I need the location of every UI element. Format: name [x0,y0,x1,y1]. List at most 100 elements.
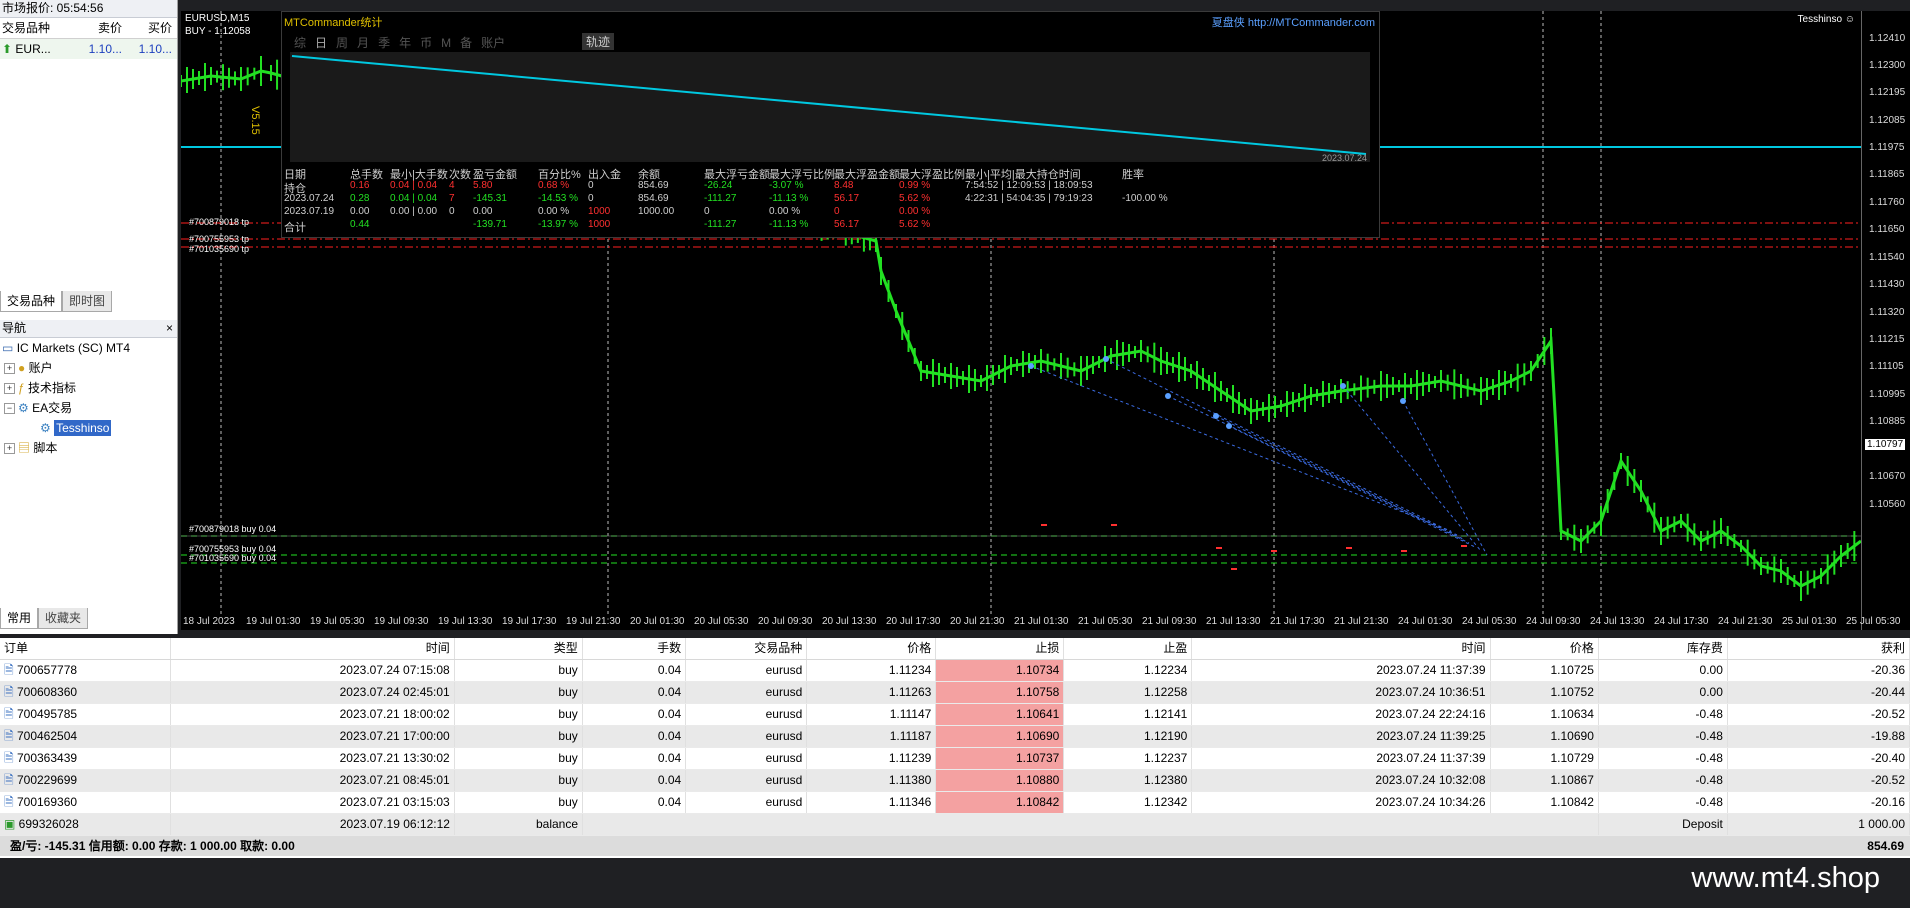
collapse-icon[interactable]: − [4,403,15,415]
table-cell: 1.12190 [1064,726,1193,747]
expand-icon[interactable]: + [4,363,15,375]
trade-entry-marker [1400,398,1406,404]
column-header[interactable]: 时间 [171,638,455,659]
stats-cell: 2023.07.24 [284,193,335,204]
stats-tab[interactable]: M [441,36,451,50]
stats-tab[interactable]: 币 [420,34,432,51]
nav-ea[interactable]: − ⚙ EA交易 [0,398,130,418]
navigator-tree: ▭ IC Markets (SC) MT4 + ● 账户 + ƒ 技术指标 − ⚙ E… [0,338,130,458]
column-header[interactable]: 手数 [583,638,687,659]
order-icon: 🗎 [4,729,17,743]
trade-arrow-line [1342,385,1482,552]
expand-icon[interactable]: + [4,443,15,455]
table-row[interactable]: 🗎 700657778 2023.07.24 07:15:08 buy 0.04 eur… [0,660,1910,682]
table-cell: 1.11234 [807,660,937,681]
table-cell: eurusd [686,748,808,769]
nav-ea-selected-label: Tesshinso [54,420,112,436]
column-header[interactable]: 止损 [936,638,1065,659]
col-ask[interactable]: 买价 [122,18,172,38]
column-header[interactable]: 获利 [1728,638,1910,659]
table-header: 订单 时间 类型 手数 交易品种 价格 止损 止盈 时间 价格 库存费 获利 [0,638,1910,660]
table-cell: 0.04 [583,726,687,747]
stats-tab[interactable]: 季 [378,34,390,51]
column-header[interactable]: 类型 [455,638,583,659]
table-cell: -0.48 [1599,704,1728,725]
price-tick: 1.11320 [1869,307,1905,318]
tab-common[interactable]: 常用 [0,608,39,629]
table-cell: 1.12380 [1064,770,1193,791]
column-header[interactable]: 时间 [1192,638,1491,659]
market-watch-title: 市场报价: 05:54:56 [0,0,177,18]
balance-time: 2023.07.19 06:12:12 [171,814,455,835]
table-row[interactable]: 🗎 700229699 2023.07.21 08:45:01 buy 0.04 eur… [0,770,1910,792]
table-row[interactable]: 🗎 700363439 2023.07.21 13:30:02 buy 0.04 eur… [0,748,1910,770]
expand-icon[interactable]: + [4,383,15,395]
nav-indicators[interactable]: + ƒ 技术指标 [0,378,130,398]
table-cell: -20.16 [1728,792,1910,813]
nav-ea-label: EA交易 [32,401,73,415]
balance-spacer [583,814,1599,835]
price-tick: 1.10670 [1869,471,1906,482]
column-header[interactable]: 止盈 [1064,638,1193,659]
table-cell: eurusd [686,726,808,747]
price-tick: 1.11540 [1869,252,1905,263]
time-tick: 19 Jul 17:30 [502,616,557,627]
column-header[interactable]: 库存费 [1599,638,1728,659]
nav-accounts[interactable]: + ● 账户 [0,358,130,378]
table-cell: 1.10842 [936,792,1065,813]
graph-date: 2023.07.24 [1322,153,1368,163]
stats-tab[interactable]: 日 [315,34,327,51]
stats-cell: 0.16 [350,180,370,191]
table-cell: -20.44 [1728,682,1910,703]
table-cell: buy [455,770,583,791]
order-icon: 🗎 [4,707,17,721]
nav-ea-tesshinso[interactable]: ⚙ Tesshinso [0,418,130,438]
table-cell: -20.40 [1728,748,1910,769]
col-symbol[interactable]: 交易品种 [0,18,72,38]
nav-scripts[interactable]: + ▤ 脚本 [0,438,130,458]
footer-total: 854.69 [1867,839,1904,853]
table-row[interactable]: 🗎 700608360 2023.07.24 02:45:01 buy 0.04 eur… [0,682,1910,704]
tab-symbols[interactable]: 交易品种 [0,291,63,312]
table-cell: -0.48 [1599,770,1728,791]
stats-cell: 5.62 % [899,219,931,230]
stats-tab[interactable]: 周 [336,34,348,51]
table-cell: 🗎 700495785 [0,704,172,725]
column-header[interactable]: 交易品种 [686,638,808,659]
stats-tab[interactable]: 年 [399,34,411,51]
close-icon[interactable]: × [166,320,173,337]
table-cell: 2023.07.24 22:24:16 [1192,704,1491,725]
col-bid[interactable]: 卖价 [72,18,122,38]
table-cell: 1.10634 [1491,704,1599,725]
time-tick: 21 Jul 21:30 [1334,616,1389,627]
table-cell: eurusd [686,792,808,813]
table-cell: 0.00 [1599,660,1728,681]
table-row[interactable]: 🗎 700462504 2023.07.21 17:00:00 buy 0.04 eur… [0,726,1910,748]
equity-graph [290,52,1370,162]
stats-tab[interactable]: 综 [294,34,306,51]
stats-tab[interactable]: 月 [357,34,369,51]
market-watch-row[interactable]: ⬆ EUR... 1.10... 1.10... [0,39,177,59]
stats-tab[interactable]: 账户 [481,34,505,51]
price-tick: 1.11760 [1869,197,1905,208]
trade-arrow-line [1215,415,1470,544]
balance-row[interactable]: ▣ 699326028 2023.07.19 06:12:12 balance Dep… [0,814,1910,836]
time-tick: 20 Jul 01:30 [630,616,685,627]
table-row[interactable]: 🗎 700495785 2023.07.21 18:00:02 buy 0.04 eur… [0,704,1910,726]
table-cell: 1.10690 [1491,726,1599,747]
tab-favorites[interactable]: 收藏夹 [38,608,89,629]
current-price-label: 1.10797 [1865,439,1906,450]
stats-cell: 0.28 [350,193,370,204]
time-tick: 21 Jul 01:30 [1014,616,1069,627]
stats-brand: 夏盘侠 http://MTCommander.com [1212,14,1375,30]
tab-tick-chart[interactable]: 即时图 [62,291,113,312]
track-button[interactable]: 轨迹 [582,33,615,50]
table-row[interactable]: 🗎 700169360 2023.07.21 03:15:03 buy 0.04 eur… [0,792,1910,814]
stats-cell: -26.24 [704,180,733,191]
stats-tab[interactable]: 备 [460,34,472,51]
nav-root[interactable]: ▭ IC Markets (SC) MT4 [0,338,130,358]
column-header[interactable]: 订单 [0,638,172,659]
brand-url[interactable]: http://MTCommander.com [1248,17,1375,29]
column-header[interactable]: 价格 [1491,638,1599,659]
column-header[interactable]: 价格 [807,638,937,659]
